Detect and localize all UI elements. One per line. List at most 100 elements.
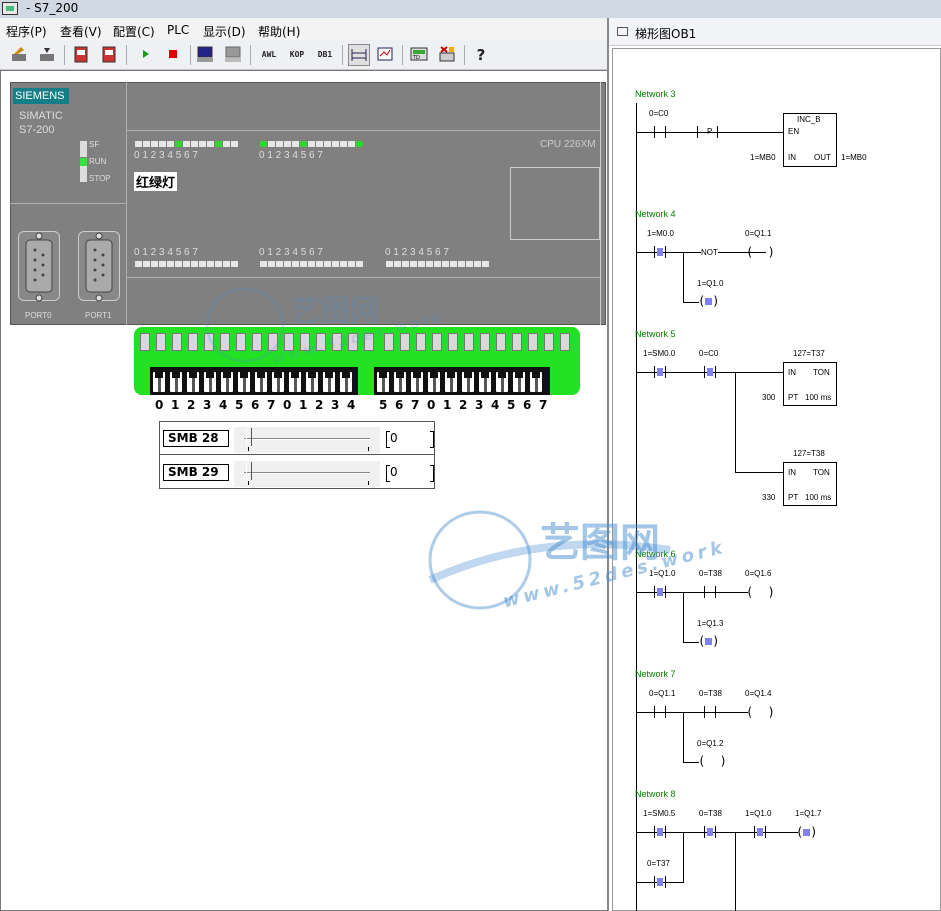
terminal-number: 1 <box>299 398 308 412</box>
terminal-number: 3 <box>203 398 212 412</box>
port0-connector <box>18 231 60 302</box>
coil: ( ) <box>746 705 775 719</box>
input-switch[interactable] <box>427 371 441 393</box>
svg-text:TD: TD <box>412 55 420 61</box>
status-chart-icon[interactable] <box>374 44 396 66</box>
terminal-number: 6 <box>523 398 532 412</box>
network-icon[interactable] <box>436 44 458 66</box>
terminal-number: 1 <box>171 398 180 412</box>
input-switch[interactable] <box>376 371 390 393</box>
output-led-group-0 <box>135 261 239 267</box>
input-switch[interactable] <box>271 371 285 393</box>
input-switch[interactable] <box>220 371 234 393</box>
input-switch[interactable] <box>203 371 217 393</box>
input-switch[interactable] <box>478 371 492 393</box>
terminal-number: 5 <box>379 398 388 412</box>
menu-display[interactable]: 显示(D) <box>203 23 246 40</box>
output-numbers-2: 0 1 2 3 4 5 6 7 <box>385 247 449 258</box>
menu-help[interactable]: 帮助(H) <box>258 23 300 40</box>
terminal-number: 3 <box>331 398 340 412</box>
db1-button[interactable]: DB1 <box>312 44 338 66</box>
input-switch[interactable] <box>152 371 166 393</box>
title-bar: - S7_200 <box>0 0 941 18</box>
input-switch[interactable] <box>410 371 424 393</box>
port1-connector <box>78 231 120 302</box>
smb28-slider[interactable] <box>234 427 380 453</box>
input-switch[interactable] <box>237 371 251 393</box>
plc-store-icon[interactable] <box>98 44 120 66</box>
terminal-number: 4 <box>491 398 500 412</box>
run-icon[interactable] <box>134 44 156 66</box>
network-label: Network 8 <box>635 789 676 799</box>
input-switch[interactable] <box>529 371 543 393</box>
run-label: RUN <box>89 157 107 166</box>
ladder-view-icon[interactable] <box>348 44 370 66</box>
input-switch[interactable] <box>512 371 526 393</box>
monitor-off-icon[interactable] <box>222 44 244 66</box>
menu-plc[interactable]: PLC <box>167 23 189 37</box>
stop-label: STOP <box>89 174 111 183</box>
window-title: - S7_200 <box>26 1 79 15</box>
menu-program[interactable]: 程序(P) <box>6 23 47 40</box>
monitor-icon[interactable] <box>194 44 216 66</box>
ladder-window-title: 梯形图OB1 <box>635 27 697 41</box>
menu-view[interactable]: 查看(V) <box>60 23 102 40</box>
simatic-label: SIMATIC <box>19 110 63 122</box>
input-numbers-0: 0 1 2 3 4 5 6 7 <box>134 150 198 161</box>
input-switch[interactable] <box>461 371 475 393</box>
input-switch[interactable] <box>186 371 200 393</box>
terminal-number: 5 <box>235 398 244 412</box>
terminal-number: 4 <box>347 398 356 412</box>
network-label: Network 4 <box>635 209 676 219</box>
input-switch[interactable] <box>339 371 353 393</box>
output-numbers-0: 0 1 2 3 4 5 6 7 <box>134 247 198 258</box>
terminal-number: 6 <box>395 398 404 412</box>
input-switch[interactable] <box>393 371 407 393</box>
siemens-logo: SIEMENS <box>13 88 69 104</box>
input-switch[interactable] <box>254 371 268 393</box>
port0-label: PORT0 <box>25 311 52 320</box>
smb28-label: SMB 28 <box>163 430 229 447</box>
td200-icon[interactable]: TD <box>408 44 430 66</box>
smb29-value: 0 <box>386 465 434 482</box>
output-led-group-1 <box>260 261 364 267</box>
input-switch[interactable] <box>444 371 458 393</box>
coil: ( ) <box>746 245 775 259</box>
input-switch[interactable] <box>322 371 336 393</box>
input-switch[interactable] <box>495 371 509 393</box>
smb28-value: 0 <box>386 431 434 448</box>
coil: () <box>698 294 720 308</box>
input-switch[interactable] <box>169 371 183 393</box>
input-terminal-strip <box>134 327 580 395</box>
terminal-number: 2 <box>459 398 468 412</box>
input-numbers-1: 0 1 2 3 4 5 6 7 <box>259 150 323 161</box>
input-switch[interactable] <box>305 371 319 393</box>
terminal-number: 7 <box>539 398 548 412</box>
sf-label: SF <box>89 140 100 149</box>
ladder-window-header: 梯形图OB1 <box>609 18 941 46</box>
kop-button[interactable]: KOP <box>284 44 310 66</box>
open-icon[interactable] <box>8 44 30 66</box>
terminal-number: 0 <box>283 398 292 412</box>
terminal-number: 1 <box>443 398 452 412</box>
smb29-slider[interactable] <box>234 461 380 487</box>
input-switch[interactable] <box>288 371 302 393</box>
help-question-icon[interactable]: ? <box>470 44 492 66</box>
terminal-number: 5 <box>507 398 516 412</box>
network-label: Network 6 <box>635 549 676 559</box>
s7-200-label: S7-200 <box>19 124 55 136</box>
network-label: Network 3 <box>635 89 676 99</box>
network-label: Network 5 <box>635 329 676 339</box>
network-label: Network 7 <box>635 669 676 679</box>
menu-config[interactable]: 配置(C) <box>113 23 155 40</box>
awl-button[interactable]: AWL <box>256 44 282 66</box>
terminal-number: 4 <box>219 398 228 412</box>
terminal-number: 0 <box>427 398 436 412</box>
plc-load-icon[interactable] <box>70 44 92 66</box>
memory-cartridge-slot <box>510 167 600 240</box>
terminal-number: 2 <box>315 398 324 412</box>
port1-label: PORT1 <box>85 311 112 320</box>
save-icon[interactable] <box>36 44 58 66</box>
stop-icon[interactable] <box>162 44 184 66</box>
run-led <box>80 158 87 166</box>
